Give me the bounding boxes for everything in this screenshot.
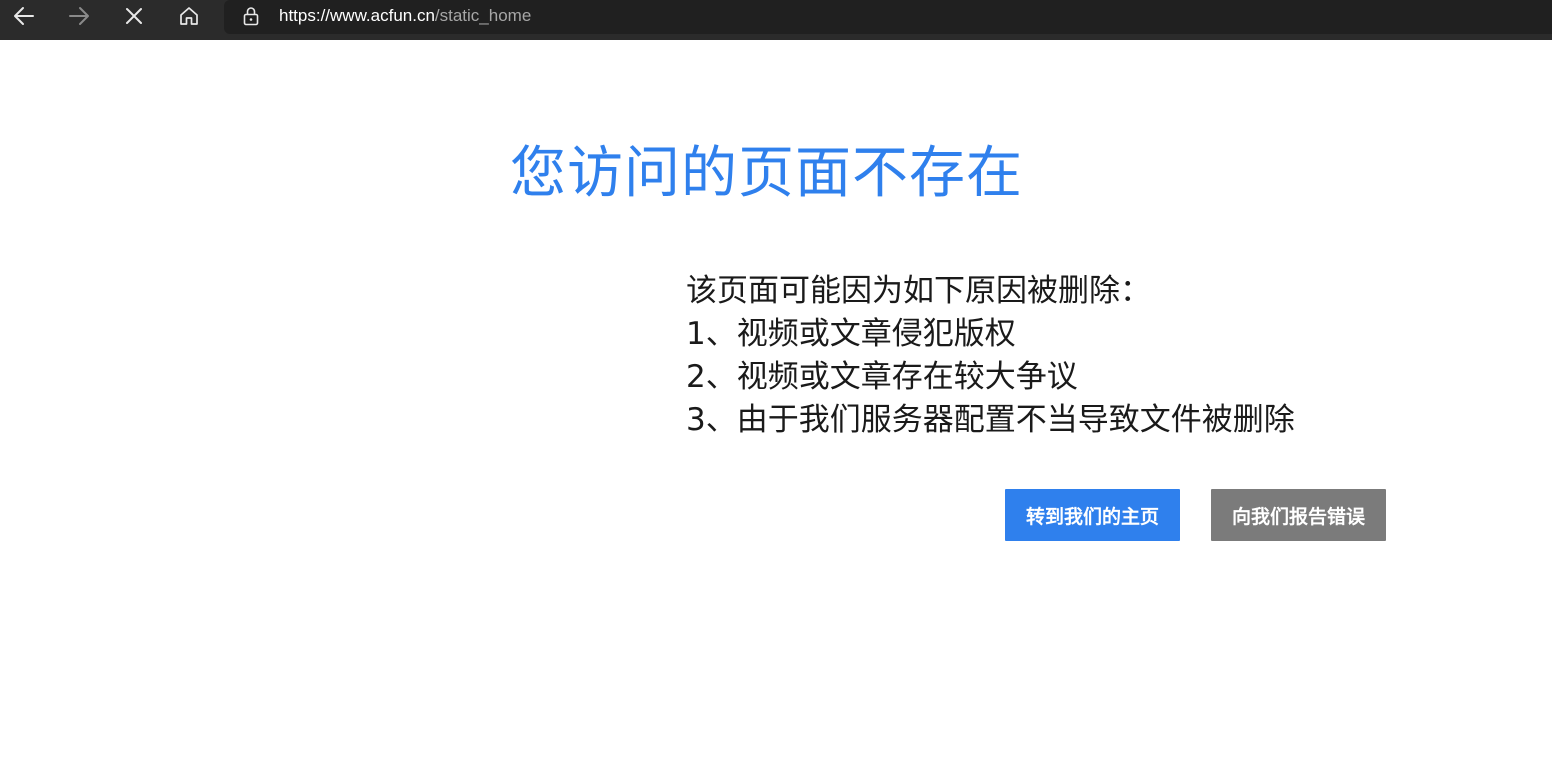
go-home-button[interactable]: 转到我们的主页 <box>1005 489 1180 541</box>
reason-item: 3、由于我们服务器配置不当导致文件被删除 <box>686 402 1295 438</box>
browser-toolbar: https://www.acfun.cn/static_home <box>0 0 1552 40</box>
reason-item: 1、视频或文章侵犯版权 <box>686 316 1016 352</box>
close-icon <box>126 8 142 24</box>
reasons-intro: 该页面可能因为如下原因被删除： <box>686 273 1151 309</box>
back-arrow-icon <box>14 7 34 25</box>
report-error-button[interactable]: 向我们报告错误 <box>1211 489 1386 541</box>
url-path: /static_home <box>434 6 532 25</box>
lock-icon <box>243 7 259 26</box>
page-title: 您访问的页面不存在 <box>510 141 1023 206</box>
address-bar[interactable]: https://www.acfun.cn/static_home <box>224 0 1552 34</box>
reason-item: 2、视频或文章存在较大争议 <box>686 359 1078 395</box>
url-text[interactable]: https://www.acfun.cn/static_home <box>279 6 531 26</box>
reasons-list: 该页面可能因为如下原因被删除： 1、视频或文章侵犯版权 2、视频或文章存在较大争… <box>686 270 1406 442</box>
url-host: https://www.acfun.cn <box>279 6 435 25</box>
home-icon <box>180 7 198 25</box>
home-button[interactable] <box>169 0 209 32</box>
forward-arrow-icon <box>69 7 89 25</box>
forward-button[interactable] <box>59 0 99 32</box>
stop-button[interactable] <box>114 0 154 32</box>
back-button[interactable] <box>4 0 44 32</box>
